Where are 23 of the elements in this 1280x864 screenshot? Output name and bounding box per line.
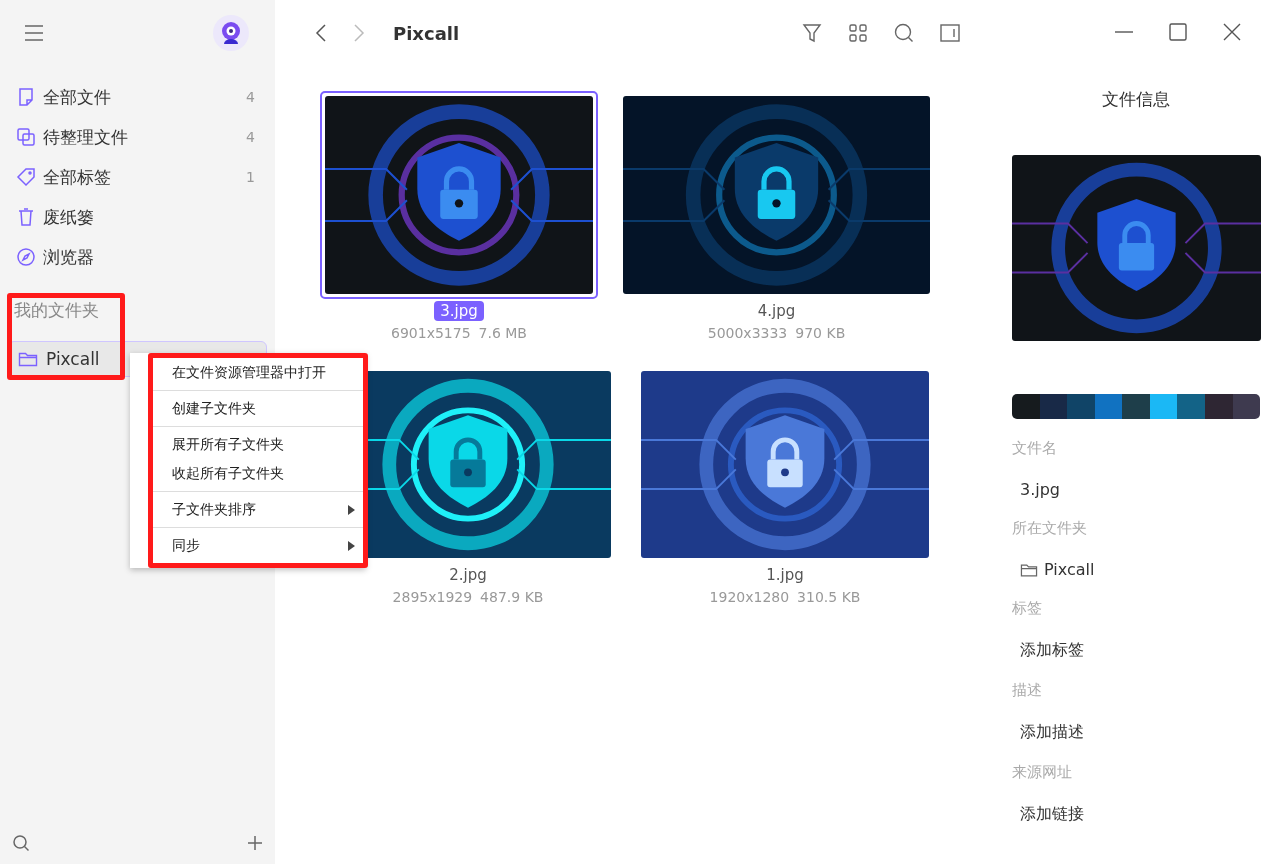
field-label: 文件名 [1012, 439, 1058, 458]
item-count: 4 [246, 129, 255, 145]
file-name: 3.jpg [434, 301, 484, 321]
image-dimensions: 2895x1929 [392, 589, 473, 605]
field-label: 标签 [1012, 599, 1043, 618]
section-title: 我的文件夹 [14, 299, 100, 322]
item-count: 4 [246, 89, 255, 105]
file-size: 970 KB [795, 325, 846, 341]
field-label: 来源网址 [1012, 763, 1073, 782]
field-label: 描述 [1012, 681, 1043, 700]
file-size: 487.9 KB [480, 589, 544, 605]
folder-title: Pixcall [393, 22, 460, 44]
item-count: 1 [246, 169, 255, 185]
image-dimensions: 1920x1280 [709, 589, 790, 605]
file-size: 7.6 MB [478, 325, 527, 341]
image-dimensions: 6901x5175 [391, 325, 471, 341]
field-label: 所在文件夹 [1012, 519, 1088, 538]
file-name: 2.jpg [448, 565, 488, 585]
file-size: 310.5 KB [797, 589, 861, 605]
image-dimensions: 5000x3333 [707, 325, 788, 341]
file-name: 1.jpg [765, 565, 805, 585]
file-name: 4.jpg [756, 301, 797, 321]
panel-title: 文件信息 [1101, 88, 1171, 111]
